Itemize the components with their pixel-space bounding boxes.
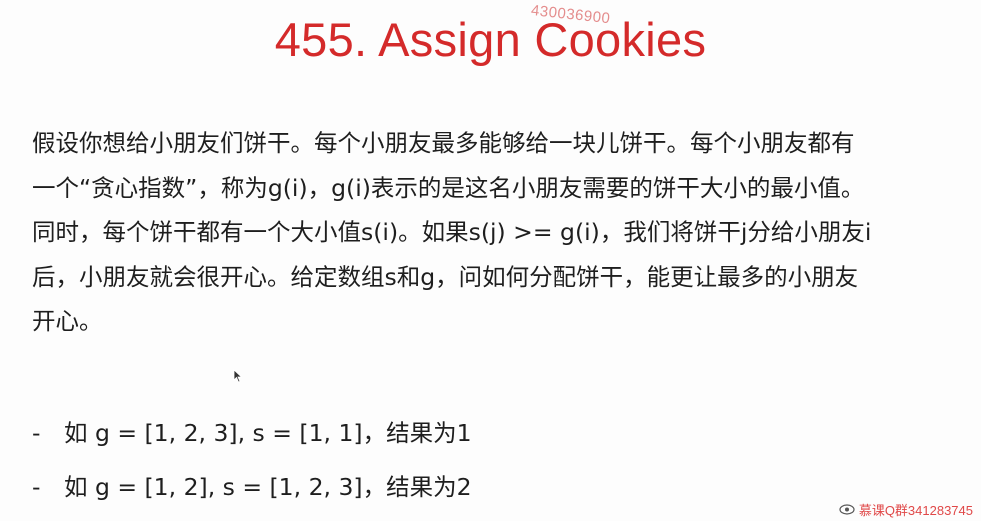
bullet-dash: - xyxy=(32,419,41,447)
description-line: 开心。 xyxy=(32,307,103,335)
example-text: 如 g = [1, 2, 3], s = [1, 1]，结果为1 xyxy=(64,419,472,447)
description-line: 后，小朋友就会很开心。给定数组s和g，问如何分配饼干，能更让最多的小朋友 xyxy=(32,262,859,291)
mouse-cursor-icon xyxy=(233,369,243,383)
example-item: - 如 g = [1, 2], s = [1, 2, 3]，结果为2 xyxy=(32,468,472,522)
slide: 430036900 455. Assign Cookies 假设你想给小朋友们饼… xyxy=(0,0,981,521)
description-line: 一个“贪心指数”，称为g(i)，g(i)表示的是这名小朋友需要的饼干大小的最小值… xyxy=(32,173,865,202)
slide-title: 455. Assign Cookies xyxy=(274,13,707,66)
example-text: 如 g = [1, 2], s = [1, 2, 3]，结果为2 xyxy=(64,473,472,501)
problem-description: 假设你想给小朋友们饼干。每个小朋友最多能够给一块儿饼干。每个小朋友都有 一个“贪… xyxy=(32,121,962,344)
bullet-dash: - xyxy=(32,473,41,501)
example-list: - 如 g = [1, 2, 3], s = [1, 1]，结果为1 - 如 g… xyxy=(32,414,472,522)
description-line: 假设你想给小朋友们饼干。每个小朋友最多能够给一块儿饼干。每个小朋友都有 xyxy=(32,129,855,157)
eye-logo-icon xyxy=(839,504,855,515)
watermark-bottom: 慕课Q群341283745 xyxy=(839,500,973,519)
example-item: - 如 g = [1, 2, 3], s = [1, 1]，结果为1 xyxy=(32,414,472,468)
description-line: 同时，每个饼干都有一个大小值s(i)。如果s(j) >= g(i)，我们将饼干j… xyxy=(32,218,872,246)
watermark-bottom-text: 慕课Q群341283745 xyxy=(858,503,973,518)
